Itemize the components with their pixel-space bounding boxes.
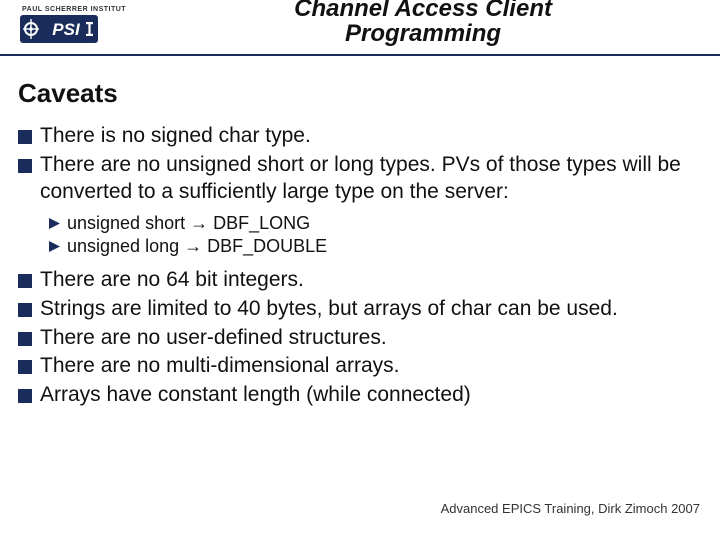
psi-logo-icon: PSI <box>20 15 98 43</box>
bullet-item: Strings are limited to 40 bytes, but arr… <box>18 296 702 323</box>
square-bullet-icon <box>18 360 32 374</box>
svg-text:PSI: PSI <box>52 20 81 39</box>
square-bullet-icon <box>18 303 32 317</box>
bullet-item: Arrays have constant length (while conne… <box>18 382 702 409</box>
title-line-2: Programming <box>345 20 501 47</box>
bullet-text: Strings are limited to 40 bytes, but arr… <box>40 296 702 323</box>
logo-tagline: PAUL SCHERRER INSTITUT <box>22 6 126 13</box>
bullet-item: There are no multi-dimensional arrays. <box>18 353 702 380</box>
bullet-text: There is no signed char type. <box>40 123 702 150</box>
bullet-item: There are no unsigned short or long type… <box>18 152 702 206</box>
section-heading: Caveats <box>18 78 720 109</box>
triangle-bullet-icon <box>48 217 61 230</box>
sub-bullet-text: unsigned short → DBF_LONG <box>67 212 310 235</box>
sub-bullets: unsigned short → DBF_LONG unsigned long … <box>48 212 702 259</box>
bullet-text: Arrays have constant length (while conne… <box>40 382 702 409</box>
psi-logo-block: PAUL SCHERRER INSTITUT PSI <box>20 6 126 43</box>
bullet-item: There are no user-defined structures. <box>18 325 702 352</box>
slide-title: Channel Access Client Programming <box>146 0 700 46</box>
bullet-text: There are no user-defined structures. <box>40 325 702 352</box>
square-bullet-icon <box>18 159 32 173</box>
square-bullet-icon <box>18 130 32 144</box>
bullet-text: There are no multi-dimensional arrays. <box>40 353 702 380</box>
sub-bullet-item: unsigned short → DBF_LONG <box>48 212 702 235</box>
triangle-bullet-icon <box>48 240 61 253</box>
slide-body: There is no signed char type. There are … <box>0 123 720 409</box>
square-bullet-icon <box>18 389 32 403</box>
footer-text: Advanced EPICS Training, Dirk Zimoch 200… <box>441 501 700 516</box>
bullet-text: There are no 64 bit integers. <box>40 267 702 294</box>
bullet-item: There are no 64 bit integers. <box>18 267 702 294</box>
bullet-text: There are no unsigned short or long type… <box>40 152 702 206</box>
square-bullet-icon <box>18 332 32 346</box>
bullet-item: There is no signed char type. <box>18 123 702 150</box>
title-line-1: Channel Access Client <box>294 0 552 22</box>
slide-header: PAUL SCHERRER INSTITUT PSI Channel Acces… <box>0 0 720 56</box>
sub-bullet-text: unsigned long → DBF_DOUBLE <box>67 235 327 258</box>
square-bullet-icon <box>18 274 32 288</box>
sub-bullet-item: unsigned long → DBF_DOUBLE <box>48 235 702 258</box>
